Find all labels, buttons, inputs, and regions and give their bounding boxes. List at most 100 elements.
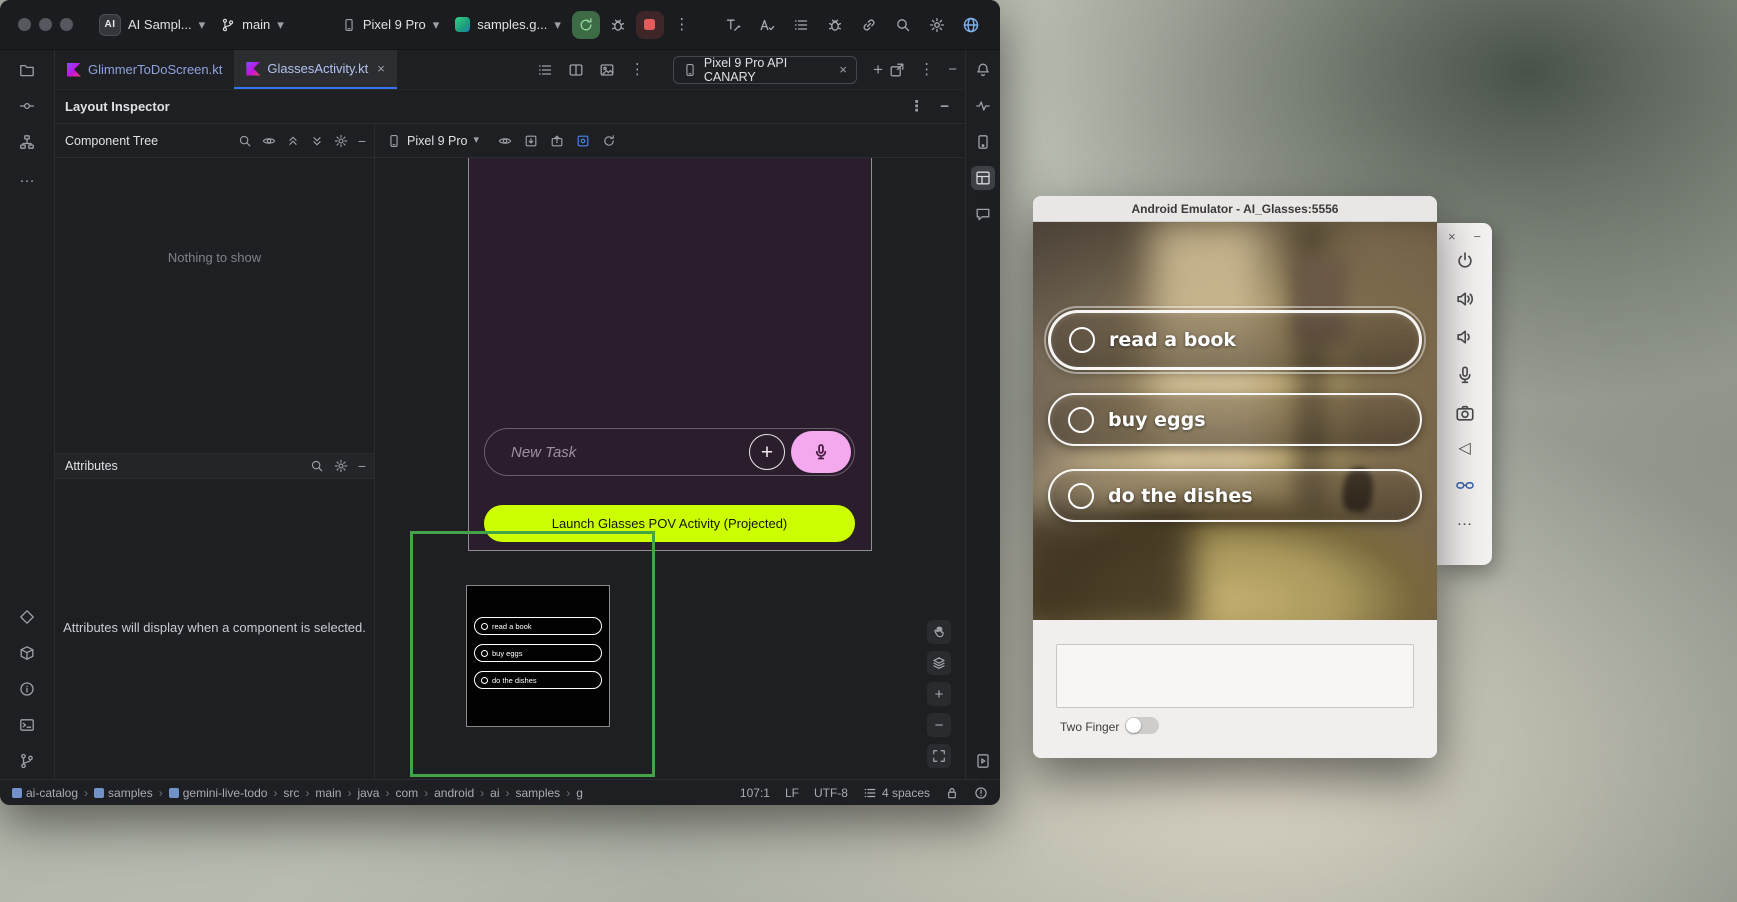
zoom-window-button[interactable] [60,18,73,31]
structure-icon[interactable] [15,130,39,154]
breadcrumb-item[interactable]: gemini-live-todo [169,786,268,800]
app-inspection-icon[interactable] [820,10,850,40]
breadcrumb-item[interactable]: samples [94,786,153,800]
emulator-screen[interactable]: read a book buy eggs do the dishes [1033,222,1437,620]
live-edit-icon[interactable] [718,10,748,40]
ui-check-icon[interactable] [752,10,782,40]
running-devices-icon[interactable] [971,749,995,773]
git-icon[interactable] [15,749,39,773]
phone-screen-preview[interactable]: New Task + Launch Glasses POV Activity (… [468,158,872,551]
file-lock-icon[interactable] [945,786,959,800]
device-selector[interactable]: Pixel 9 Pro ▾ [334,12,447,37]
breadcrumb-item[interactable]: ai-catalog [12,786,78,800]
terminal-icon[interactable] [15,713,39,737]
open-in-new-window-icon[interactable] [889,62,905,78]
refresh-icon[interactable] [602,134,616,148]
gear-icon[interactable] [334,134,348,148]
profiler-icon[interactable] [971,94,995,118]
zoom-to-fit-icon[interactable] [927,744,951,768]
snapshot-import-icon[interactable] [524,134,538,148]
snapshot-export-icon[interactable] [550,134,564,148]
breadcrumb-item[interactable]: main [315,786,341,800]
expand-all-icon[interactable] [310,134,324,148]
device-options-kebab-icon[interactable]: ⋮ [919,62,934,77]
power-button-icon[interactable] [1455,251,1475,271]
emulator-titlebar[interactable]: Android Emulator - AI_Glasses:5556 [1033,196,1437,222]
live-updates-toggle-icon[interactable] [576,134,590,148]
commit-icon[interactable] [15,94,39,118]
more-tool-windows-icon[interactable]: … [15,166,39,190]
launch-glasses-button[interactable]: Launch Glasses POV Activity (Projected) [484,505,855,542]
rerun-button[interactable] [572,11,600,39]
hide-tree-icon[interactable]: − [358,134,366,148]
breadcrumb-item[interactable]: ai [490,786,499,800]
todo-item-mini[interactable]: buy eggs [474,644,602,662]
tab-glimmertodoscreen[interactable]: GlimmerToDoScreen.kt [55,50,234,89]
volume-down-icon[interactable] [1455,327,1475,347]
breadcrumb-item[interactable]: samples [516,786,561,800]
two-finger-toggle[interactable] [1125,717,1159,734]
glasses-mode-icon[interactable] [1455,475,1475,495]
emulator-close-icon[interactable]: × [1448,230,1456,243]
todo-item[interactable]: do the dishes [1048,469,1422,522]
project-folder-icon[interactable] [15,58,39,82]
search-everywhere-icon[interactable] [888,10,918,40]
breadcrumb-item[interactable]: g [576,786,583,800]
search-icon[interactable] [310,459,324,473]
logcat-icon[interactable] [786,10,816,40]
todo-item[interactable]: buy eggs [1048,393,1422,446]
assistant-chat-icon[interactable] [971,202,995,226]
build-icon[interactable] [15,641,39,665]
close-tab-icon[interactable]: × [377,62,385,75]
zoom-in-icon[interactable]: + [927,682,951,706]
preview-device-selector[interactable]: Pixel 9 Pro ▾ [387,134,479,148]
trackpad-area[interactable] [1056,644,1414,708]
cursor-position-widget[interactable]: 107:1 [740,786,770,800]
hide-panel-icon[interactable]: − [948,62,957,77]
indent-widget[interactable]: 4 spaces [863,786,930,800]
add-device-tab-icon[interactable]: + [867,58,889,82]
new-task-field[interactable]: New Task + [484,428,855,476]
vcs-branch-widget[interactable]: main ▾ [213,12,292,37]
project-widget[interactable]: AI AI Sampl... ▾ [91,9,213,41]
view-options-kebab-icon[interactable]: ⋮ [630,62,645,77]
encoding-widget[interactable]: UTF-8 [814,786,848,800]
breadcrumb-item[interactable]: com [395,786,418,800]
close-device-tab-icon[interactable]: × [839,63,847,76]
run-config-selector[interactable]: samples.g... ▾ [447,12,569,37]
run-more-options-icon[interactable]: ⋮ [667,10,697,40]
hide-attributes-icon[interactable]: − [358,459,366,473]
breadcrumb-item[interactable]: src [283,786,299,800]
todo-item-mini[interactable]: read a book [474,617,602,635]
visibility-eye-icon[interactable] [262,134,276,148]
emulator-minimize-icon[interactable]: − [1473,230,1481,243]
settings-gear-icon[interactable] [922,10,952,40]
device-pairing-icon[interactable] [854,10,884,40]
profile-globe-icon[interactable] [956,10,986,40]
back-button-icon[interactable]: ◁ [1458,441,1470,457]
tab-glassesactivity[interactable]: GlassesActivity.kt × [234,50,396,89]
view-options-eye-icon[interactable] [498,134,512,148]
screenshot-view-icon[interactable] [599,62,615,78]
split-view-icon[interactable] [568,62,584,78]
breadcrumb-item[interactable]: android [434,786,474,800]
zoom-out-icon[interactable]: − [927,713,951,737]
services-icon[interactable] [15,605,39,629]
running-device-tab[interactable]: Pixel 9 Pro API CANARY × [673,56,857,84]
panel-options-kebab-icon[interactable]: ⋮ [909,99,924,114]
device-preview-canvas[interactable]: New Task + Launch Glasses POV Activity (… [375,158,965,779]
volume-up-icon[interactable] [1455,289,1475,309]
debug-button[interactable] [603,10,633,40]
todo-item-mini[interactable]: do the dishes [474,671,602,689]
camera-icon[interactable] [1455,403,1475,423]
notifications-bell-icon[interactable] [971,58,995,82]
stop-button[interactable] [636,11,664,39]
todo-item[interactable]: read a book [1048,310,1422,370]
glasses-screen-preview[interactable]: read a book buy eggs do the dishes [466,585,610,727]
minimize-panel-icon[interactable]: − [940,99,949,114]
breadcrumb-item[interactable]: java [357,786,379,800]
line-ending-widget[interactable]: LF [785,786,799,800]
collapse-all-icon[interactable] [286,134,300,148]
minimize-window-button[interactable] [39,18,52,31]
microphone-icon[interactable] [1455,365,1475,385]
